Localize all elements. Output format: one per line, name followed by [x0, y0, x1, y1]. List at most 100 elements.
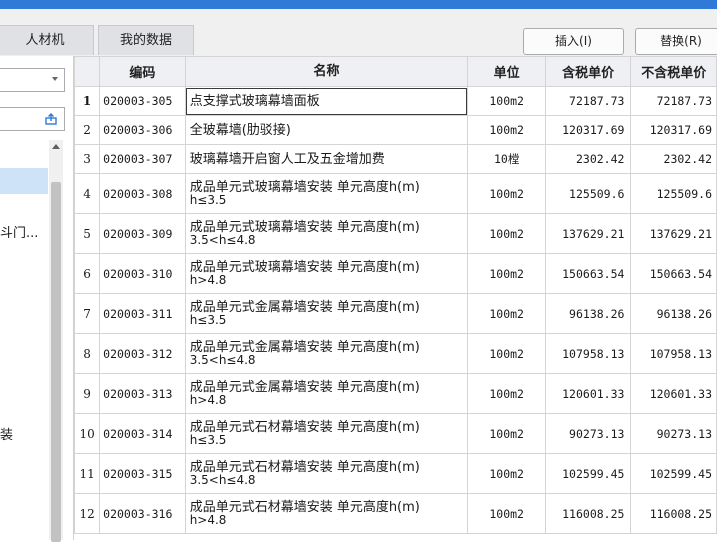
row-name[interactable]: 成品单元式石材幕墙安装 单元高度h(m) h>4.8: [184, 493, 469, 534]
row-index[interactable]: 4: [74, 173, 101, 214]
row-price-notax[interactable]: 72187.73: [630, 86, 717, 116]
row-code[interactable]: 020003-316: [99, 493, 186, 534]
row-name[interactable]: 成品单元式金属幕墙安装 单元高度h(m) 3.5<h≤4.8: [184, 333, 469, 374]
row-price-tax[interactable]: 125509.6: [544, 173, 632, 214]
row-unit[interactable]: 100m2: [467, 373, 546, 414]
row-price-notax[interactable]: 120317.69: [630, 115, 717, 145]
row-unit[interactable]: 100m2: [467, 453, 546, 494]
row-index[interactable]: 6: [74, 253, 101, 294]
search-input[interactable]: [0, 107, 65, 131]
tree-item-label[interactable]: 装: [0, 424, 13, 443]
row-unit[interactable]: 100m2: [467, 493, 546, 534]
table-row[interactable]: 5 020003-309 成品单元式玻璃幕墙安装 单元高度h(m) 3.5<h≤4.8…: [74, 213, 717, 254]
header-price-notax[interactable]: 不含税单价: [630, 56, 717, 87]
header-code[interactable]: 编码: [99, 56, 186, 87]
row-unit[interactable]: 100m2: [467, 213, 546, 254]
table-row[interactable]: 2 020003-306 全玻幕墙(肋驳接) 100m2 120317.69 120317…: [74, 115, 717, 145]
row-price-tax[interactable]: 150663.54: [544, 253, 632, 294]
row-index[interactable]: 11: [74, 453, 101, 494]
row-price-notax[interactable]: 150663.54: [630, 253, 717, 294]
row-price-tax[interactable]: 120601.33: [544, 373, 632, 414]
scroll-up-icon[interactable]: [52, 144, 60, 149]
row-unit[interactable]: 100m2: [467, 253, 546, 294]
table-row[interactable]: 11 020003-315 成品单元式石材幕墙安装 单元高度h(m) 3.5<h≤4.…: [74, 453, 717, 494]
tree-item-label[interactable]: 斗门...: [0, 222, 38, 241]
row-price-tax[interactable]: 102599.45: [544, 453, 632, 494]
row-index[interactable]: 7: [74, 293, 101, 334]
tab-my-data[interactable]: 我的数据: [98, 25, 194, 55]
tree-item-selected[interactable]: [0, 168, 48, 194]
row-code[interactable]: 020003-307: [99, 144, 186, 174]
row-name[interactable]: 成品单元式玻璃幕墙安装 单元高度h(m) h≤3.5: [184, 173, 469, 214]
row-unit[interactable]: 100m2: [467, 413, 546, 454]
table-row[interactable]: 6 020003-310 成品单元式玻璃幕墙安装 单元高度h(m) h>4.8 100m…: [74, 253, 717, 294]
row-name[interactable]: 成品单元式石材幕墙安装 单元高度h(m) h≤3.5: [184, 413, 469, 454]
table-row[interactable]: 9 020003-313 成品单元式金属幕墙安装 单元高度h(m) h>4.8 100m…: [74, 373, 717, 414]
chevron-down-icon[interactable]: [52, 77, 58, 81]
row-name[interactable]: 全玻幕墙(肋驳接): [184, 115, 469, 145]
row-code[interactable]: 020003-314: [99, 413, 186, 454]
row-name[interactable]: 成品单元式石材幕墙安装 单元高度h(m) 3.5<h≤4.8: [184, 453, 469, 494]
row-unit[interactable]: 100m2: [467, 293, 546, 334]
row-price-notax[interactable]: 107958.13: [630, 333, 717, 374]
table-row[interactable]: 3 020003-307 玻璃幕墙开启窗人工及五金增加费 10樘 2302.42 2302…: [74, 144, 717, 174]
table-row[interactable]: 12 020003-316 成品单元式石材幕墙安装 单元高度h(m) h>4.8 100…: [74, 493, 717, 534]
row-code[interactable]: 020003-308: [99, 173, 186, 214]
table-row[interactable]: 10 020003-314 成品单元式石材幕墙安装 单元高度h(m) h≤3.5 100…: [74, 413, 717, 454]
row-code[interactable]: 020003-313: [99, 373, 186, 414]
replace-button[interactable]: 替换(R): [635, 28, 717, 55]
row-price-notax[interactable]: 137629.21: [630, 213, 717, 254]
row-price-tax[interactable]: 2302.42: [544, 144, 632, 174]
row-price-notax[interactable]: 120601.33: [630, 373, 717, 414]
row-index[interactable]: 2: [74, 115, 101, 145]
row-price-notax[interactable]: 90273.13: [630, 413, 717, 454]
row-code[interactable]: 020003-305: [99, 86, 186, 116]
row-price-tax[interactable]: 107958.13: [544, 333, 632, 374]
row-code[interactable]: 020003-312: [99, 333, 186, 374]
insert-button[interactable]: 插入(I): [523, 28, 624, 55]
row-price-tax[interactable]: 120317.69: [544, 115, 632, 145]
row-name[interactable]: 玻璃幕墙开启窗人工及五金增加费: [184, 144, 469, 174]
row-name[interactable]: 成品单元式金属幕墙安装 单元高度h(m) h>4.8: [184, 373, 469, 414]
category-select[interactable]: [0, 68, 65, 92]
row-unit[interactable]: 100m2: [467, 173, 546, 214]
tab-rencaiji[interactable]: 人材机: [0, 25, 94, 55]
table-row[interactable]: 7 020003-311 成品单元式金属幕墙安装 单元高度h(m) h≤3.5 100m…: [74, 293, 717, 334]
table-row[interactable]: 8 020003-312 成品单元式金属幕墙安装 单元高度h(m) 3.5<h≤4.8…: [74, 333, 717, 374]
row-index[interactable]: 5: [74, 213, 101, 254]
row-price-tax[interactable]: 116008.25: [544, 493, 632, 534]
row-name[interactable]: 成品单元式金属幕墙安装 单元高度h(m) h≤3.5: [184, 293, 469, 334]
row-index[interactable]: 8: [74, 333, 101, 374]
row-index[interactable]: 12: [74, 493, 101, 534]
row-price-tax[interactable]: 90273.13: [544, 413, 632, 454]
row-unit[interactable]: 100m2: [467, 115, 546, 145]
row-unit[interactable]: 10樘: [467, 144, 546, 174]
row-price-tax[interactable]: 137629.21: [544, 213, 632, 254]
scrollbar-thumb[interactable]: [51, 182, 61, 542]
row-code[interactable]: 020003-315: [99, 453, 186, 494]
row-price-notax[interactable]: 96138.26: [630, 293, 717, 334]
left-scrollbar[interactable]: [49, 140, 63, 542]
row-code[interactable]: 020003-309: [99, 213, 186, 254]
row-price-notax[interactable]: 116008.25: [630, 493, 717, 534]
row-name[interactable]: 点支撑式玻璃幕墙面板: [184, 86, 469, 116]
row-code[interactable]: 020003-310: [99, 253, 186, 294]
row-code[interactable]: 020003-306: [99, 115, 186, 145]
header-name[interactable]: 名称: [184, 56, 469, 87]
row-unit[interactable]: 100m2: [467, 333, 546, 374]
row-index[interactable]: 9: [74, 373, 101, 414]
search-icon[interactable]: [44, 112, 58, 126]
table-row[interactable]: 1 020003-305 点支撑式玻璃幕墙面板 100m2 72187.73 72187.…: [74, 86, 717, 116]
row-name[interactable]: 成品单元式玻璃幕墙安装 单元高度h(m) 3.5<h≤4.8: [184, 213, 469, 254]
table-row[interactable]: 4 020003-308 成品单元式玻璃幕墙安装 单元高度h(m) h≤3.5 100m…: [74, 173, 717, 214]
row-price-notax[interactable]: 2302.42: [630, 144, 717, 174]
header-price-tax[interactable]: 含税单价: [544, 56, 632, 87]
row-index[interactable]: 10: [74, 413, 101, 454]
row-price-tax[interactable]: 96138.26: [544, 293, 632, 334]
row-unit[interactable]: 100m2: [467, 86, 546, 116]
row-index[interactable]: 1: [74, 86, 101, 116]
row-name[interactable]: 成品单元式玻璃幕墙安装 单元高度h(m) h>4.8: [184, 253, 469, 294]
row-price-notax[interactable]: 102599.45: [630, 453, 717, 494]
row-price-notax[interactable]: 125509.6: [630, 173, 717, 214]
row-index[interactable]: 3: [74, 144, 101, 174]
